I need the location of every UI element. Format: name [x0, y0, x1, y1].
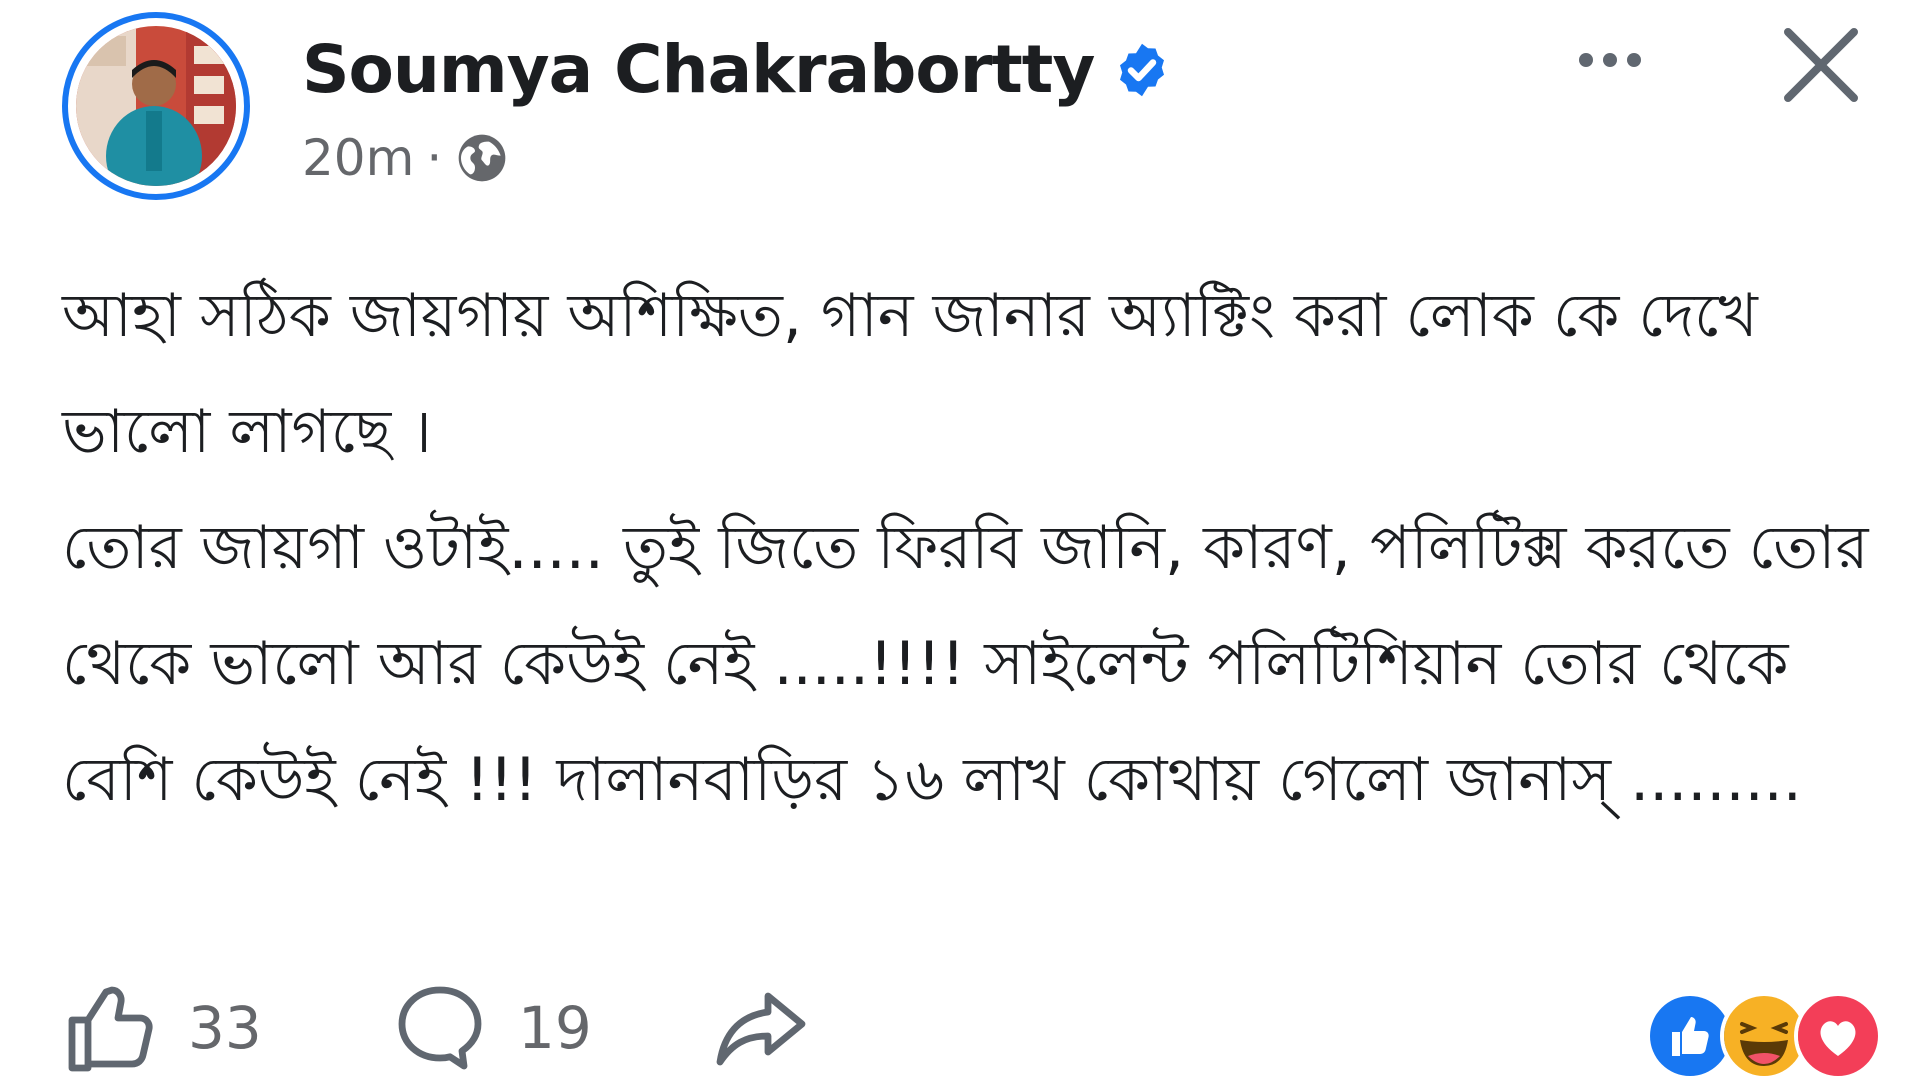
- close-button[interactable]: [1776, 20, 1866, 110]
- like-count: 33: [188, 994, 262, 1062]
- close-icon: [1784, 28, 1858, 102]
- globe-icon: [458, 134, 506, 182]
- comment-count: 19: [518, 994, 592, 1062]
- thumbs-up-icon: [68, 986, 153, 1072]
- post-action-bar: 33 19: [62, 978, 1882, 1088]
- share-button[interactable]: [712, 978, 808, 1078]
- comment-button[interactable]: 19: [392, 978, 592, 1078]
- reaction-summary[interactable]: [1646, 992, 1882, 1080]
- verified-badge-icon: [1120, 43, 1165, 97]
- post-timestamp[interactable]: 20m: [302, 128, 414, 188]
- post-body-text: আহা সঠিক জায়গায় অশিক্ষিত, গান জানার অ্…: [62, 281, 1869, 815]
- share-arrow-icon: [716, 992, 806, 1066]
- profile-photo: [76, 26, 236, 186]
- author-header: Soumya Chakrabortty: [302, 30, 1172, 110]
- author-avatar[interactable]: [62, 12, 250, 200]
- post-meta: 20m ·: [302, 128, 510, 188]
- love-reaction-icon: [1794, 992, 1882, 1080]
- facebook-post: Soumya Chakrabortty 20m · আহা সঠিক জায়গ…: [0, 0, 1920, 1080]
- author-name[interactable]: Soumya Chakrabortty: [302, 30, 1095, 110]
- like-button[interactable]: 33: [62, 978, 262, 1078]
- more-dot-icon: [1579, 53, 1593, 67]
- more-dot-icon: [1627, 53, 1641, 67]
- more-dot-icon: [1603, 53, 1617, 67]
- more-options-button[interactable]: [1560, 40, 1660, 80]
- meta-separator: ·: [426, 129, 443, 187]
- comment-bubble-icon: [398, 986, 482, 1070]
